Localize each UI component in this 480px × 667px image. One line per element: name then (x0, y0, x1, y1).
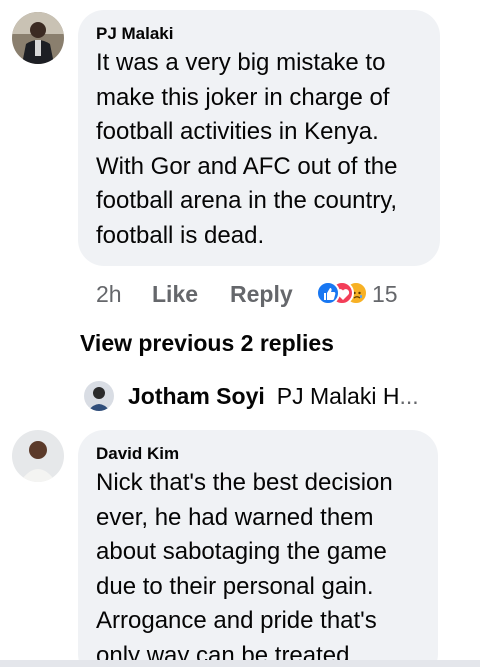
comment-author[interactable]: David Kim (96, 444, 179, 464)
comment-text: Nick that's the best decision ever, he h… (96, 469, 393, 667)
reaction-count[interactable]: 15 (372, 281, 398, 308)
reply-button[interactable]: Reply (230, 281, 316, 308)
reply-ellipsis: ... (399, 382, 419, 409)
like-button[interactable]: Like (152, 281, 230, 308)
avatar-image (12, 12, 64, 64)
comment-text: It was a very big mistake to make this j… (96, 49, 398, 249)
like-reaction-icon (316, 281, 340, 305)
view-previous-replies-link[interactable]: View previous 2 replies (80, 330, 334, 357)
reply-text: PJ Malaki H (276, 382, 400, 409)
reactions-summary[interactable] (316, 281, 372, 307)
reply-preview[interactable]: Jotham Soyi PJ Malaki H... (84, 380, 464, 412)
comment-timestamp[interactable]: 2h (96, 281, 152, 308)
avatar-david-kim[interactable] (12, 430, 64, 482)
bottom-composer-edge (0, 660, 480, 667)
avatar-image (84, 381, 114, 411)
avatar-image (12, 430, 64, 482)
avatar-jotham-soyi[interactable] (84, 381, 114, 411)
comment-actions: 2h Like Reply 15 (96, 279, 398, 309)
reply-author[interactable]: Jotham Soyi (128, 383, 265, 410)
avatar-pj-malaki[interactable] (12, 12, 64, 64)
comment-author[interactable]: PJ Malaki (96, 24, 174, 44)
